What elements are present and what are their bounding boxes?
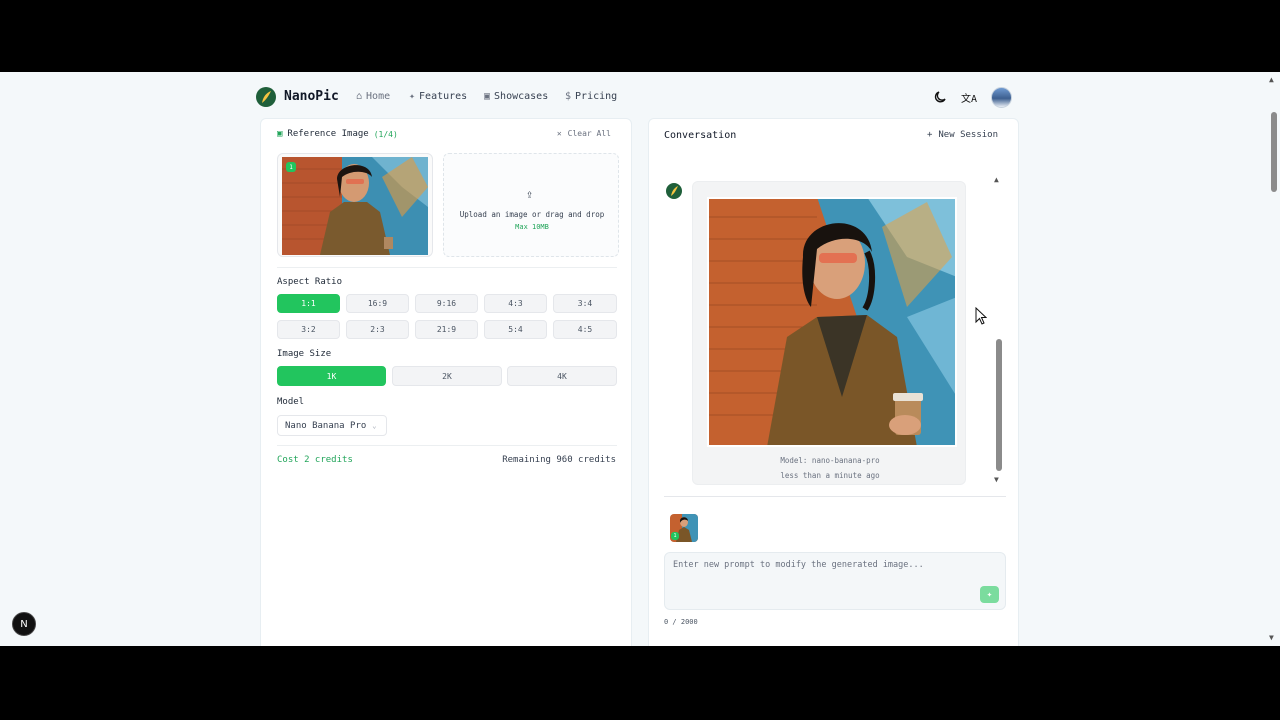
scroll-down-arrow-icon[interactable]: ▼ — [994, 475, 999, 484]
chevron-down-icon: ⌄ — [372, 421, 377, 430]
moon-icon[interactable] — [931, 87, 951, 107]
nav-showcases-label: Showcases — [494, 91, 549, 102]
reference-image-header: ▣ Reference Image (1/4) — [277, 129, 398, 139]
assistant-message: Model: nano-banana-pro less than a minut… — [692, 181, 966, 485]
nav-home[interactable]: ⌂ Home — [356, 91, 390, 102]
reference-thumbnail[interactable]: 1 — [277, 153, 433, 257]
clear-all-button[interactable]: ✕ Clear All — [557, 129, 611, 138]
user-avatar[interactable] — [991, 87, 1012, 108]
attachment-index-badge: 1 — [671, 532, 679, 540]
aspect-5-4-button[interactable]: 5:4 — [484, 320, 547, 339]
dollar-icon: $ — [565, 91, 572, 102]
divider — [664, 496, 1006, 497]
mouse-cursor-icon — [975, 307, 987, 325]
image-size-label: Image Size — [277, 349, 332, 359]
message-model-info: Model: nano-banana-pro — [780, 456, 880, 465]
brand-name[interactable]: NanoPic — [284, 89, 339, 104]
model-label: Model — [277, 397, 305, 407]
close-icon: ✕ — [556, 129, 562, 138]
conversation-panel: Conversation + New Session Model: nano-b… — [648, 118, 1019, 646]
aspect-3-4-button[interactable]: 3:4 — [553, 294, 617, 313]
new-session-button[interactable]: + New Session — [927, 130, 998, 140]
divider — [277, 445, 617, 446]
divider — [277, 267, 617, 268]
thumbnail-index-badge: 1 — [286, 162, 296, 172]
reference-image-title: Reference Image — [287, 129, 369, 139]
scroll-up-arrow-icon[interactable]: ▲ — [994, 175, 999, 184]
assistant-avatar-icon — [666, 183, 682, 199]
conversation-title: Conversation — [664, 130, 737, 141]
cost-credits: Cost 2 credits — [277, 455, 353, 465]
top-navbar: NanoPic ⌂ Home ✦ Features ▣ Showcases $ … — [0, 72, 1268, 122]
new-session-label: New Session — [938, 130, 998, 140]
aspect-3-2-button[interactable]: 3:2 — [277, 320, 340, 339]
sparkles-icon: ✦ — [409, 91, 416, 102]
sparkles-icon: ✦ — [986, 589, 993, 600]
prompt-input[interactable] — [673, 560, 973, 600]
nav-features-label: Features — [419, 91, 468, 102]
aspect-4-3-button[interactable]: 4:3 — [484, 294, 547, 313]
home-icon: ⌂ — [356, 91, 363, 102]
aspect-21-9-button[interactable]: 21:9 — [415, 320, 478, 339]
aspect-ratio-label: Aspect Ratio — [277, 277, 343, 287]
upload-icon: ⇪ — [526, 187, 534, 201]
generate-submit-button[interactable]: ✦ — [980, 586, 999, 603]
prompt-input-container: ✦ — [664, 552, 1006, 610]
reference-count: (1/4) — [373, 129, 398, 139]
plus-icon: + — [926, 130, 933, 140]
translate-icon[interactable]: 文A — [959, 87, 979, 107]
browser-viewport: NanoPic ⌂ Home ✦ Features ▣ Showcases $ … — [0, 72, 1280, 646]
brand-logo-icon[interactable] — [256, 87, 276, 107]
aspect-2-3-button[interactable]: 2:3 — [346, 320, 409, 339]
film-icon: ▣ — [484, 91, 491, 102]
page-scroll-down-icon[interactable]: ▼ — [1269, 633, 1274, 642]
nav-pricing[interactable]: $ Pricing — [565, 91, 617, 102]
nav-pricing-label: Pricing — [575, 91, 618, 102]
upload-max-size: Max 10MB — [515, 223, 549, 231]
nav-showcases[interactable]: ▣ Showcases — [484, 91, 548, 102]
size-1k-button[interactable]: 1K — [277, 366, 386, 386]
size-2k-button[interactable]: 2K — [392, 366, 502, 386]
aspect-4-5-button[interactable]: 4:5 — [553, 320, 617, 339]
attached-image-thumbnail[interactable]: 1 — [670, 514, 698, 542]
message-timestamp: less than a minute ago — [780, 471, 880, 480]
upload-dropzone[interactable]: ⇪ Upload an image or drag and drop Max 1… — [443, 153, 619, 257]
letterbox-top — [0, 0, 1280, 72]
aspect-9-16-button[interactable]: 9:16 — [415, 294, 478, 313]
aspect-16-9-button[interactable]: 16:9 — [346, 294, 409, 313]
generated-image[interactable] — [707, 197, 957, 447]
letterbox-bottom — [0, 646, 1280, 720]
clear-all-label: Clear All — [567, 129, 611, 138]
aspect-1-1-button[interactable]: 1:1 — [277, 294, 340, 313]
nav-home-label: Home — [366, 91, 391, 102]
model-select[interactable]: Nano Banana Pro ⌄ — [277, 415, 387, 436]
model-select-value: Nano Banana Pro — [285, 420, 367, 431]
reference-image — [282, 157, 428, 255]
generation-settings-panel: ▣ Reference Image (1/4) ✕ Clear All 1 ⇪ … — [260, 118, 632, 646]
size-4k-button[interactable]: 4K — [507, 366, 617, 386]
nav-features[interactable]: ✦ Features — [409, 91, 467, 102]
page-scroll-up-icon[interactable]: ▲ — [1269, 75, 1274, 84]
remaining-credits: Remaining 960 credits — [502, 455, 616, 465]
conversation-scrollbar-thumb[interactable] — [996, 339, 1002, 471]
upload-instructions: Upload an image or drag and drop — [459, 210, 605, 219]
page-scrollbar-thumb[interactable] — [1271, 112, 1277, 192]
prompt-char-count: 0 / 2000 — [664, 618, 698, 626]
image-icon: ▣ — [277, 129, 283, 139]
dev-tools-badge[interactable]: N — [12, 612, 36, 636]
